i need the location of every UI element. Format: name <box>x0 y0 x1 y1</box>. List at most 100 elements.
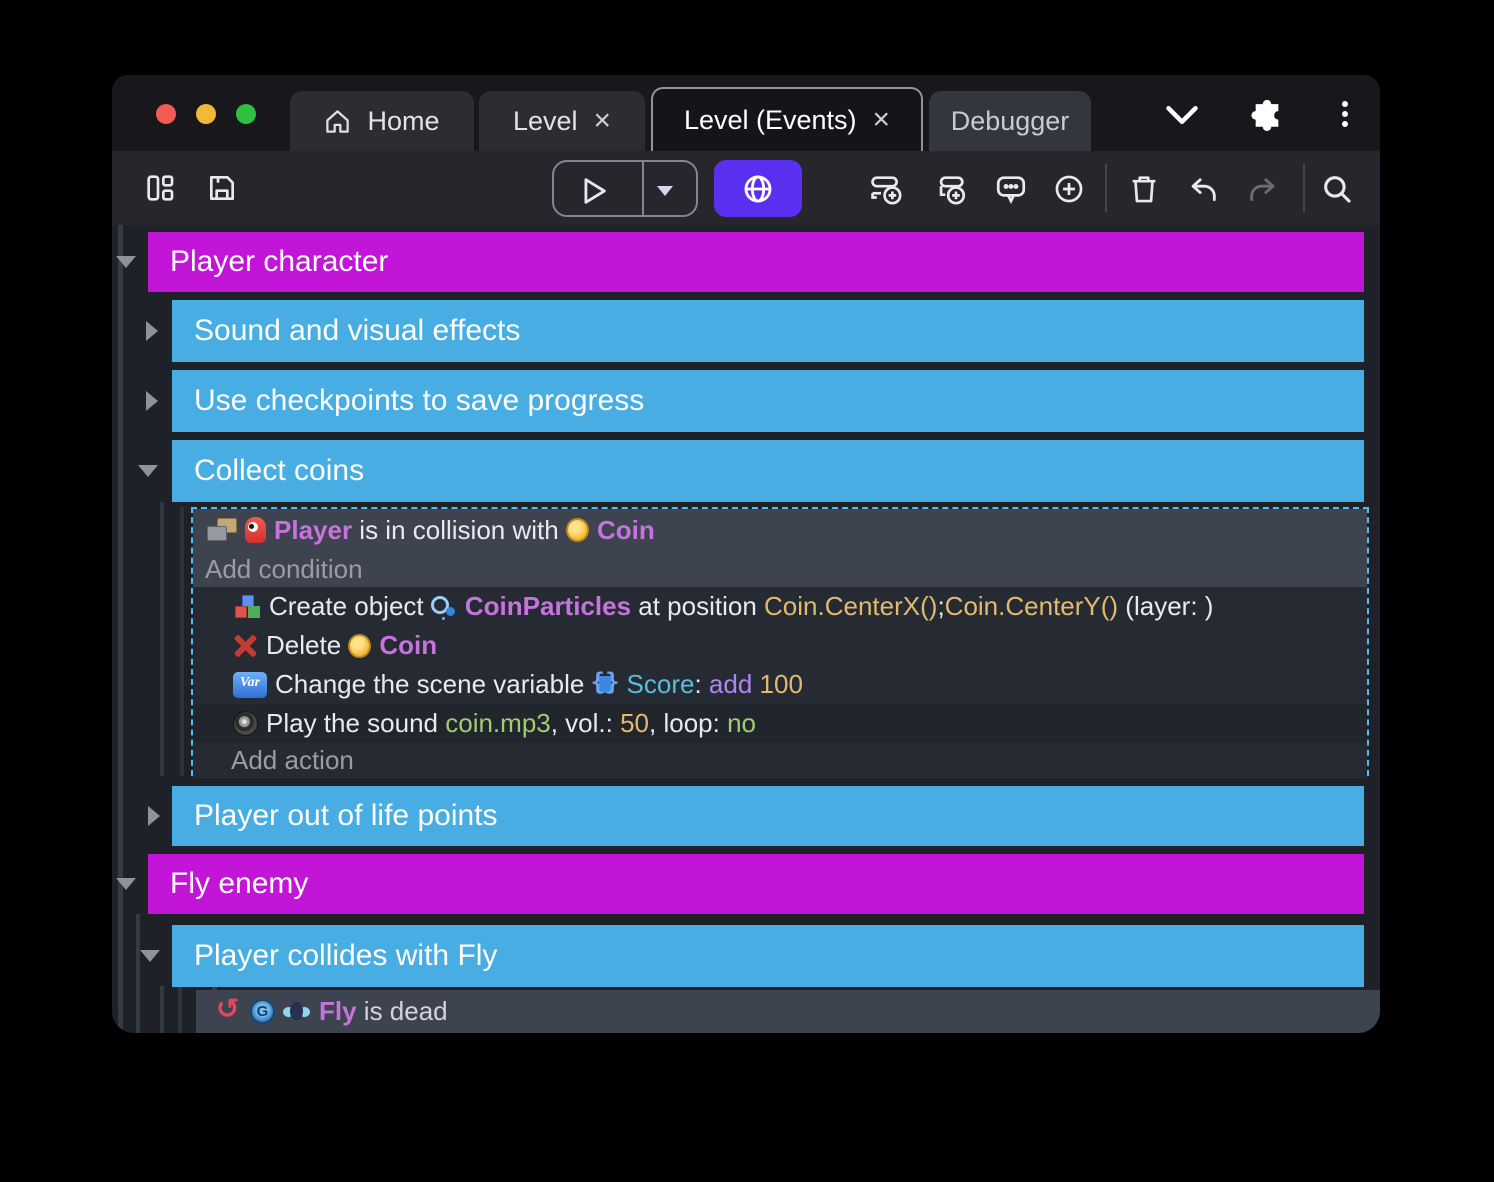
text-segment: : <box>694 669 708 700</box>
collapse-arrow[interactable] <box>140 950 160 962</box>
event-row-player-collides-fly[interactable]: Player collides with Fly <box>172 925 1364 987</box>
add-circle-icon[interactable] <box>1052 172 1084 204</box>
group-label: Player character <box>170 245 388 279</box>
condition-line[interactable]: Fly is dead <box>196 990 1380 1033</box>
text-segment: Coin <box>597 515 655 546</box>
text-segment: CoinParticles <box>465 591 631 622</box>
condition-line[interactable]: Player is in collision with Coin <box>193 509 1367 551</box>
text-segment: add <box>709 669 760 700</box>
tab-debugger[interactable]: Debugger <box>929 91 1091 151</box>
globe-icon <box>741 172 775 206</box>
event-row-collect-coins[interactable]: Collect coins <box>172 440 1364 502</box>
window-close-button[interactable] <box>156 104 176 124</box>
action-delete-coin[interactable]: Delete Coin <box>193 626 1367 665</box>
text-segment: , vol.: <box>551 708 620 739</box>
delete-icon <box>233 633 258 658</box>
collapse-arrow[interactable] <box>116 878 136 890</box>
redo-icon[interactable] <box>1246 172 1278 204</box>
preview-over-network-button[interactable] <box>714 160 802 217</box>
window-minimize-button[interactable] <box>196 104 216 124</box>
caret-down-icon[interactable] <box>657 186 673 196</box>
home-icon <box>324 108 351 135</box>
save-icon[interactable] <box>206 172 238 204</box>
event-row-out-of-life[interactable]: Player out of life points <box>172 786 1364 846</box>
indent-guide <box>178 986 182 1033</box>
tab-level[interactable]: Level × <box>479 91 645 151</box>
project-manager-icon[interactable] <box>144 172 176 204</box>
play-button[interactable] <box>576 174 610 208</box>
tab-level-events[interactable]: Level (Events) × <box>651 87 923 151</box>
tab-close-icon[interactable]: × <box>594 106 612 136</box>
add-comment-icon[interactable] <box>994 172 1026 204</box>
sound-icon <box>233 711 258 736</box>
undo-icon[interactable] <box>1186 172 1218 204</box>
collapse-arrow[interactable] <box>138 465 158 477</box>
tab-label: Home <box>367 106 439 137</box>
tab-bar: Home Level × Level (Events) × Debugger <box>112 75 1380 151</box>
text-segment: Change the scene variable <box>275 669 592 700</box>
behavior-gear-icon <box>250 999 275 1024</box>
collapse-arrow[interactable] <box>146 391 158 411</box>
event-label: Use checkpoints to save progress <box>194 384 644 418</box>
add-action-link[interactable]: Add action <box>193 743 1367 778</box>
var-icon <box>233 672 267 698</box>
desktop-background: Home Level × Level (Events) × Debugger <box>0 0 1494 1182</box>
selected-event-block[interactable]: Player is in collision with Coin Add con… <box>191 507 1369 776</box>
text-segment: no <box>727 708 756 739</box>
action-change-variable[interactable]: Change the scene variable Score: add 100 <box>193 665 1367 704</box>
text-segment: Score <box>627 669 695 700</box>
events-sheet: Player character Sound and visual effect… <box>112 225 1380 1033</box>
event-label: Player collides with Fly <box>194 939 497 973</box>
text-segment: Fly <box>319 996 357 1027</box>
text-segment: is in collision with <box>352 515 566 546</box>
fly-event-block[interactable]: Fly is dead <box>196 990 1380 1033</box>
tab-label: Level (Events) <box>684 105 857 136</box>
event-row-checkpoints[interactable]: Use checkpoints to save progress <box>172 370 1364 432</box>
text-segment: Play the sound <box>266 708 445 739</box>
collision-icon <box>207 517 237 543</box>
text-segment: ; <box>937 591 944 622</box>
chevron-down-icon[interactable] <box>1164 105 1200 125</box>
indent-guide <box>160 986 164 1033</box>
tab-label: Level <box>513 106 578 137</box>
event-label: Collect coins <box>194 454 364 488</box>
tab-close-icon[interactable]: × <box>873 105 891 135</box>
cubes-icon <box>233 594 261 620</box>
variable-icon <box>592 672 619 698</box>
play-button-group <box>552 160 698 217</box>
text-segment: 50 <box>620 708 649 739</box>
divider <box>1105 164 1107 212</box>
toolbar <box>112 151 1380 225</box>
event-row-sound-effects[interactable]: Sound and visual effects <box>172 300 1364 362</box>
action-create-object[interactable]: Create object CoinParticles at position … <box>193 587 1367 626</box>
text-segment: Coin.CenterX() <box>764 591 937 622</box>
tab-label: Debugger <box>951 106 1070 137</box>
kebab-menu-icon[interactable] <box>1340 97 1350 131</box>
indent-guide <box>160 502 164 776</box>
add-subevent-icon[interactable] <box>934 172 966 204</box>
group-row-player-character[interactable]: Player character <box>148 232 1364 292</box>
indent-guide <box>180 507 184 776</box>
add-condition-link[interactable]: Add condition <box>193 551 1367 587</box>
action-play-sound[interactable]: Play the sound coin.mp3, vol.: 50, loop:… <box>193 704 1367 743</box>
divider <box>642 162 644 215</box>
window-zoom-button[interactable] <box>236 104 256 124</box>
text-segment: 100 <box>760 669 803 700</box>
extensions-puzzle-icon[interactable] <box>1250 97 1284 131</box>
collapse-arrow[interactable] <box>148 806 160 826</box>
collapse-arrow[interactable] <box>146 321 158 341</box>
group-row-fly-enemy[interactable]: Fly enemy <box>148 854 1364 914</box>
collapse-arrow[interactable] <box>116 256 136 268</box>
actions-zone: Create object CoinParticles at position … <box>193 587 1367 778</box>
conditions-zone: Player is in collision with Coin Add con… <box>193 509 1367 587</box>
text-segment: is dead <box>357 996 448 1027</box>
tab-home[interactable]: Home <box>290 91 474 151</box>
text-segment: coin.mp3 <box>445 708 551 739</box>
event-label: Player out of life points <box>194 799 498 833</box>
coin-icon <box>348 634 371 658</box>
add-event-icon[interactable] <box>869 172 901 204</box>
text-segment: Coin.CenterY() <box>945 591 1118 622</box>
search-icon[interactable] <box>1320 172 1352 204</box>
player-icon <box>245 517 266 543</box>
trash-icon[interactable] <box>1127 172 1159 204</box>
